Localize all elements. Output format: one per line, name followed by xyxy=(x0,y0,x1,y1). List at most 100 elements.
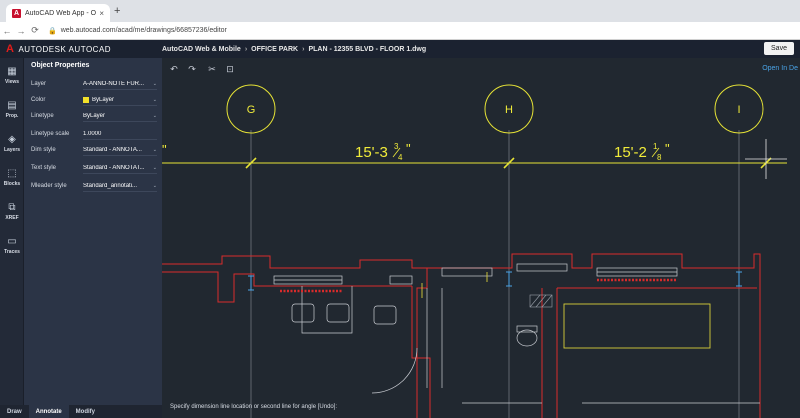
property-label: Mleader style xyxy=(31,183,67,189)
drawing-canvas[interactable]: G H I " 15'-3 3 4 " 15'-2 1 8 " ↶ ↷ ✂ ⊡ … xyxy=(162,58,800,418)
dimension-text-left[interactable]: 15'-3 3 4 " xyxy=(355,141,411,162)
new-tab-button[interactable]: + xyxy=(114,5,120,17)
toilet-fixture xyxy=(516,329,538,347)
breadcrumb-item: PLAN - 12355 BLVD - FLOOR 1.dwg xyxy=(308,45,427,53)
rail-item-label: Blocks xyxy=(3,181,21,187)
brand: A AUTODESK AUTOCAD xyxy=(0,43,162,55)
object-properties-panel: Object Properties Layer A-ANNO-NOTE FUR.… xyxy=(24,58,162,405)
hatch-line xyxy=(535,294,547,308)
tab-modify[interactable]: Modify xyxy=(69,405,102,418)
property-row-text-style: Text style Standard - ANNOTAT... ⌄ xyxy=(31,162,157,174)
property-label: Dim style xyxy=(31,147,56,153)
back-icon[interactable]: ← xyxy=(0,26,14,36)
rail-item-views[interactable]: ▦ Views xyxy=(0,58,24,92)
dim-style-select[interactable]: Standard - ANNOTA... ⌄ xyxy=(83,144,157,156)
breadcrumb: AutoCAD Web & Mobile › OFFICE PARK › PLAN - … xyxy=(162,46,426,53)
rail-item-blocks[interactable]: ⬚ Blocks xyxy=(0,160,24,194)
brand-name: AUTODESK AUTOCAD xyxy=(18,44,112,54)
column-symbol xyxy=(506,271,512,287)
dimension-text-right[interactable]: 15'-2 1 8 " xyxy=(614,141,670,162)
color-swatch xyxy=(83,96,89,103)
breadcrumb-item[interactable]: AutoCAD Web & Mobile xyxy=(162,46,241,53)
linetype-select[interactable]: ByLayer ⌄ xyxy=(83,110,157,122)
column-symbol xyxy=(736,271,742,287)
browser-tab-bar: A AutoCAD Web App - Online CAD × + xyxy=(0,0,800,22)
property-value: A-ANNO-NOTE FUR... xyxy=(83,80,144,87)
walls-exterior xyxy=(162,253,761,418)
undo-icon[interactable]: ↶ xyxy=(168,63,180,75)
property-value: ByLayer xyxy=(92,96,115,103)
rail-item-xref[interactable]: ⧉ XREF xyxy=(0,194,24,228)
grid-lines xyxy=(250,130,740,418)
canvas-toolbar: ↶ ↷ ✂ ⊡ Open In De xyxy=(162,58,800,80)
chevron-down-icon: ⌄ xyxy=(152,96,157,103)
linetype-scale-input[interactable]: 1.0000 xyxy=(83,128,157,140)
rail-item-traces[interactable]: ▭ Traces xyxy=(0,228,24,262)
dim-right-inch: " xyxy=(665,141,670,156)
autodesk-logo-icon: A xyxy=(6,43,15,55)
close-tab-icon[interactable]: × xyxy=(99,9,104,18)
hatch-line xyxy=(541,294,553,308)
chevron-down-icon: ⌄ xyxy=(152,182,157,189)
open-in-desktop-link[interactable]: Open In De xyxy=(762,65,798,72)
text-style-select[interactable]: Standard - ANNOTAT... ⌄ xyxy=(83,162,157,174)
grid-bubbles xyxy=(226,84,764,134)
property-value: Standard_annotati... xyxy=(83,182,138,189)
dim-left-denominator: 4 xyxy=(398,153,403,162)
tab-annotate[interactable]: Annotate xyxy=(28,405,69,418)
bottom-toolset-tabs: Draw Annotate Modify xyxy=(0,405,162,418)
redo-icon[interactable]: ↷ xyxy=(186,63,198,75)
forward-icon[interactable]: → xyxy=(14,26,28,36)
crosshair-cursor xyxy=(745,139,787,179)
tab-draw[interactable]: Draw xyxy=(0,405,29,418)
property-row-dim-style: Dim style Standard - ANNOTA... ⌄ xyxy=(31,144,157,156)
blocks-icon: ⬚ xyxy=(7,167,17,179)
layers-icon: ◈ xyxy=(8,133,16,145)
save-button[interactable]: Save xyxy=(764,42,794,55)
door-swing xyxy=(371,347,418,394)
tab-title: AutoCAD Web App - Online CAD xyxy=(25,9,97,17)
sink-fixture xyxy=(326,303,350,323)
counter-outline[interactable] xyxy=(563,303,711,349)
property-value: ByLayer xyxy=(83,112,106,119)
hatch-line xyxy=(529,294,541,308)
zoom-window-icon[interactable]: ⊡ xyxy=(224,63,236,75)
property-value: Standard - ANNOTAT... xyxy=(83,164,145,171)
breadcrumb-separator: › xyxy=(244,45,248,53)
rail-item-label: Layers xyxy=(3,147,21,153)
chevron-down-icon: ⌄ xyxy=(152,112,157,119)
reload-icon[interactable]: ⟳ xyxy=(28,25,42,36)
chevron-down-icon: ⌄ xyxy=(152,146,157,153)
left-tool-rail: ▦ Views ▤ Prop. ◈ Layers ⬚ Blocks ⧉ XREF… xyxy=(0,58,24,418)
color-select[interactable]: ByLayer ⌄ xyxy=(83,94,157,106)
breadcrumb-item[interactable]: OFFICE PARK xyxy=(251,46,298,53)
trim-icon[interactable]: ✂ xyxy=(206,63,218,75)
breadcrumb-separator: › xyxy=(302,45,305,53)
property-value: 1.0000 xyxy=(83,130,102,137)
browser-tab[interactable]: A AutoCAD Web App - Online CAD × xyxy=(6,4,110,22)
rail-item-label: Traces xyxy=(4,249,20,255)
property-row-linetype-scale: Linetype scale 1.0000 xyxy=(31,128,157,140)
drawing-svg[interactable]: G H I " 15'-3 3 4 " 15'-2 1 8 " xyxy=(162,58,800,418)
traces-icon: ▭ xyxy=(7,235,17,247)
sink-fixture xyxy=(291,303,315,323)
property-label: Text style xyxy=(31,165,57,171)
property-label: Color xyxy=(31,97,46,103)
rail-item-label: Prop. xyxy=(5,113,19,119)
yellow-elements xyxy=(421,272,711,349)
property-row-layer: Layer A-ANNO-NOTE FUR... ⌄ xyxy=(31,78,157,90)
property-label: Layer xyxy=(31,81,47,87)
address-bar: ← → ⟳ 🔒 web.autocad.com/acad/me/drawings… xyxy=(0,22,800,40)
walls-interior xyxy=(273,263,760,404)
layer-select[interactable]: A-ANNO-NOTE FUR... ⌄ xyxy=(83,78,157,90)
url-field[interactable]: web.autocad.com/acad/me/drawings/6685723… xyxy=(61,27,227,34)
panel-title: Object Properties xyxy=(31,62,90,69)
grid-label-g: G xyxy=(247,104,256,116)
mleader-style-select[interactable]: Standard_annotati... ⌄ xyxy=(83,180,157,192)
property-label: Linetype scale xyxy=(31,131,70,137)
rail-item-layers[interactable]: ◈ Layers xyxy=(0,126,24,160)
dim-left-whole: 15'-3 xyxy=(355,144,388,161)
property-label: Linetype xyxy=(31,113,54,119)
rail-item-prop[interactable]: ▤ Prop. xyxy=(0,92,24,126)
dimension-text-partial: " xyxy=(162,142,167,157)
